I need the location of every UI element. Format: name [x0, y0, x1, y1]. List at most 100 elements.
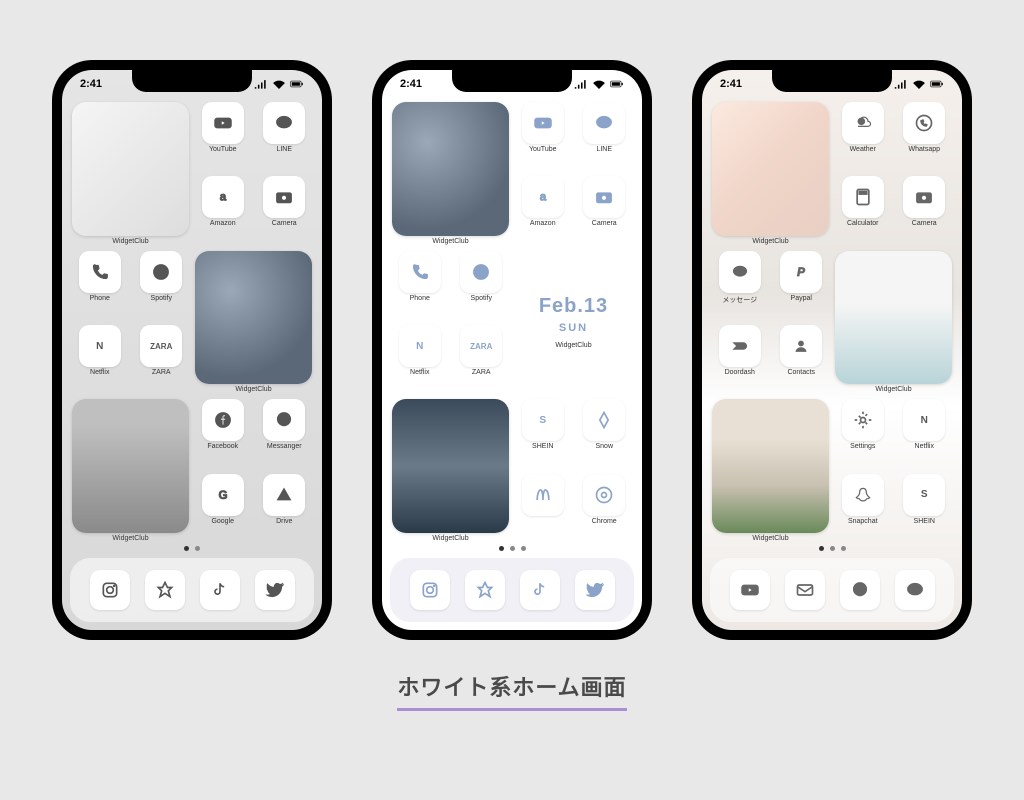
- widget-cake[interactable]: WidgetClub: [835, 251, 952, 394]
- twitter-icon[interactable]: [575, 570, 615, 610]
- facebook-icon: [202, 399, 244, 441]
- app-doordash[interactable]: Doordash: [712, 325, 768, 393]
- app-netflix[interactable]: NNetflix: [72, 325, 128, 393]
- screen-1: 2:41 WidgetClub YouTube LINE aAmazon Cam…: [62, 70, 322, 630]
- widget-image: [835, 251, 952, 385]
- screen-2: 2:41 WidgetClub YouTube LINE aAmazon Cam…: [382, 70, 642, 630]
- phone-icon: [399, 251, 441, 293]
- app-camera[interactable]: Camera: [257, 176, 313, 244]
- youtube-icon: [522, 102, 564, 144]
- widget-image: [392, 102, 509, 236]
- status-icons: [894, 79, 944, 89]
- app-shein[interactable]: SSHEIN: [515, 399, 571, 467]
- dock-3: [710, 558, 954, 622]
- snapchat-icon: [842, 474, 884, 516]
- app-amazon[interactable]: aAmazon: [195, 176, 251, 244]
- svg-text:a: a: [220, 191, 227, 204]
- app-netflix[interactable]: NNetflix: [897, 399, 953, 467]
- netflix-icon: N: [79, 325, 121, 367]
- widget-tulip[interactable]: WidgetClub: [712, 399, 829, 542]
- clock: 2:41: [80, 78, 102, 90]
- calculator-icon: [842, 176, 884, 218]
- tiktok-icon[interactable]: [520, 570, 560, 610]
- app-chrome[interactable]: Chrome: [577, 474, 633, 542]
- page-dots: [702, 542, 962, 554]
- app-youtube[interactable]: YouTube: [195, 102, 251, 170]
- widget-label: WidgetClub: [555, 342, 591, 349]
- app-camera[interactable]: Camera: [577, 176, 633, 244]
- widget-swan[interactable]: WidgetClub: [392, 399, 509, 542]
- app-zara[interactable]: ZARAZARA: [134, 325, 190, 393]
- app-mcdonalds[interactable]: [515, 474, 571, 542]
- app-amazon[interactable]: aAmazon: [515, 176, 571, 244]
- date-widget[interactable]: Feb.13 SUN WidgetClub: [515, 251, 632, 394]
- widget-image: [712, 102, 829, 236]
- home-grid-3: WidgetClub Weather Whatsapp Calculator C…: [702, 98, 962, 542]
- zara-icon: ZARA: [140, 325, 182, 367]
- camera-icon: [903, 176, 945, 218]
- snow-icon: [583, 399, 625, 441]
- amazon-icon: a: [202, 176, 244, 218]
- shein-icon: S: [522, 399, 564, 441]
- app-spotify[interactable]: Spotify: [454, 251, 510, 319]
- app-snapchat[interactable]: Snapchat: [835, 474, 891, 542]
- date-sub: SUN: [559, 322, 588, 334]
- messenger-icon[interactable]: [840, 570, 880, 610]
- messages-icon: [719, 251, 761, 293]
- app-line[interactable]: LINE: [257, 102, 313, 170]
- contacts-icon: [780, 325, 822, 367]
- app-messenger[interactable]: Messanger: [257, 399, 313, 467]
- app-phone[interactable]: Phone: [72, 251, 128, 319]
- tiktok-icon[interactable]: [200, 570, 240, 610]
- notch: [132, 70, 252, 92]
- app-paypal[interactable]: PPaypal: [774, 251, 830, 319]
- drive-icon: [263, 474, 305, 516]
- widget-label: WidgetClub: [112, 238, 148, 245]
- twitter-icon[interactable]: [255, 570, 295, 610]
- spotify-icon: [140, 251, 182, 293]
- app-weather[interactable]: Weather: [835, 102, 891, 170]
- widget-image: [195, 251, 312, 385]
- appstore-icon[interactable]: [145, 570, 185, 610]
- phones-row: 2:41 WidgetClub YouTube LINE aAmazon Cam…: [52, 0, 972, 640]
- widget-pink[interactable]: WidgetClub: [712, 102, 829, 245]
- app-camera[interactable]: Camera: [897, 176, 953, 244]
- widget-bubble[interactable]: WidgetClub: [195, 251, 312, 394]
- app-drive[interactable]: Drive: [257, 474, 313, 542]
- page-dots: [62, 542, 322, 554]
- app-phone[interactable]: Phone: [392, 251, 448, 319]
- amazon-icon: a: [522, 176, 564, 218]
- app-contacts[interactable]: Contacts: [774, 325, 830, 393]
- instagram-icon[interactable]: [410, 570, 450, 610]
- clock: 2:41: [720, 78, 742, 90]
- page-dots: [382, 542, 642, 554]
- chrome-icon: [583, 474, 625, 516]
- widget-label: WidgetClub: [752, 535, 788, 542]
- line-icon: [263, 102, 305, 144]
- youtube-icon[interactable]: [730, 570, 770, 610]
- app-messages[interactable]: メッセージ: [712, 251, 768, 319]
- app-calculator[interactable]: Calculator: [835, 176, 891, 244]
- widget-bubble[interactable]: WidgetClub: [392, 102, 509, 245]
- instagram-icon[interactable]: [90, 570, 130, 610]
- app-youtube[interactable]: YouTube: [515, 102, 571, 170]
- appstore-icon[interactable]: [465, 570, 505, 610]
- widget-cloud[interactable]: WidgetClub: [72, 399, 189, 542]
- whatsapp-icon: [903, 102, 945, 144]
- app-line[interactable]: LINE: [577, 102, 633, 170]
- line-icon[interactable]: [895, 570, 935, 610]
- app-facebook[interactable]: Facebook: [195, 399, 251, 467]
- app-shein[interactable]: SSHEIN: [897, 474, 953, 542]
- app-netflix[interactable]: NNetflix: [392, 325, 448, 393]
- app-whatsapp[interactable]: Whatsapp: [897, 102, 953, 170]
- widget-bear[interactable]: WidgetClub: [72, 102, 189, 245]
- app-spotify[interactable]: Spotify: [134, 251, 190, 319]
- app-settings[interactable]: Settings: [835, 399, 891, 467]
- mail-icon[interactable]: [785, 570, 825, 610]
- app-zara[interactable]: ZARAZARA: [454, 325, 510, 393]
- app-snow[interactable]: Snow: [577, 399, 633, 467]
- widget-label: WidgetClub: [112, 535, 148, 542]
- settings-icon: [842, 399, 884, 441]
- app-google[interactable]: GGoogle: [195, 474, 251, 542]
- phone-1: 2:41 WidgetClub YouTube LINE aAmazon Cam…: [52, 60, 332, 640]
